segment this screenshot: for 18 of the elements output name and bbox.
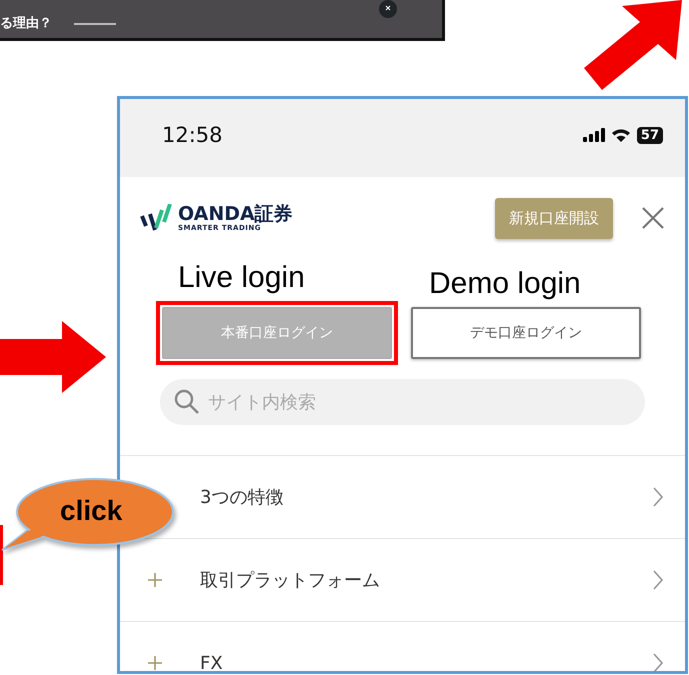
wifi-icon	[610, 128, 631, 142]
logo-icon	[140, 204, 174, 232]
login-button[interactable]: デモ口座ログイン	[411, 307, 641, 359]
logo-wordmark: OANDA証券	[178, 204, 293, 224]
callout-text: click	[60, 494, 122, 528]
search-icon	[174, 389, 200, 415]
video-caption: る理由？	[0, 15, 52, 33]
chevron-icon	[653, 487, 663, 507]
clock: 12:58	[162, 123, 223, 147]
close-icon[interactable]	[641, 206, 665, 230]
signal-icon	[582, 128, 605, 142]
battery-indicator: 57	[636, 126, 663, 144]
chevron-icon	[653, 570, 663, 590]
chevron-icon	[653, 653, 663, 671]
menu-item[interactable]: FX	[120, 622, 685, 671]
annotation-label: Live login	[178, 261, 305, 295]
search-field[interactable]: サイト内検索	[160, 379, 645, 425]
annotation-label: Demo login	[429, 267, 581, 301]
